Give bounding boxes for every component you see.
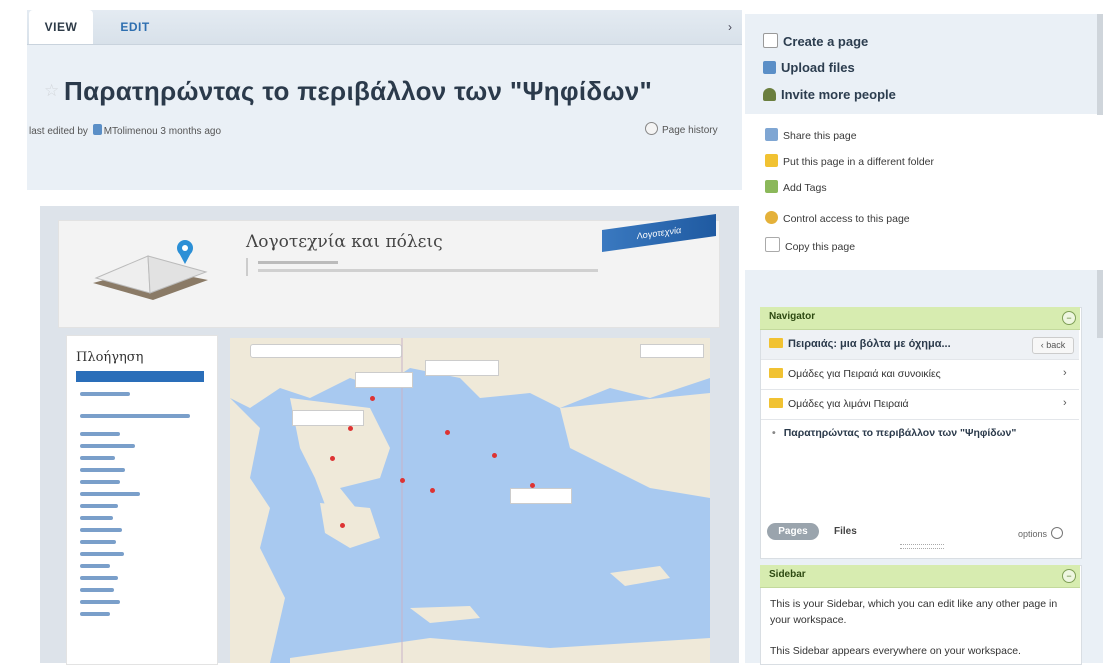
back-button[interactable]: ‹ back [1032,337,1074,354]
tab-edit[interactable]: EDIT [110,10,160,44]
invite-people-link[interactable]: Invite more people [763,87,896,102]
share-icon [765,128,778,141]
edited-prefix: last edited by [29,126,88,137]
copy-page-label: Copy this page [785,241,856,253]
create-page-link[interactable]: Create a page [763,33,868,49]
move-folder-link[interactable]: Put this page in a different folder [765,154,934,168]
gear-icon [1051,527,1064,539]
map-label [510,488,572,504]
map-pin[interactable] [430,488,435,493]
tab-pages[interactable]: Pages [767,523,819,540]
sidebar-paragraph: This Sidebar appears everywhere on your … [770,645,1021,657]
user-icon [92,124,102,135]
page-history-link[interactable]: Page history [645,122,718,136]
navigator-row-item: Ομάδες για Πειραιά και συνοικίες [769,368,941,380]
collapse-icon[interactable]: − [1062,311,1076,325]
navigator-row[interactable]: Ομάδες για λιμάνι Πειραιά › [761,390,1079,420]
control-access-label: Control access to this page [783,213,910,225]
tab-files[interactable]: Files [834,526,857,537]
last-edited-line: last edited by MTolimenou 3 months ago [29,124,221,137]
embedded-map [230,338,710,663]
navigator-row[interactable]: Ομάδες για Πειραιά και συνοικίες › [761,360,1079,390]
chevron-right-icon[interactable]: › [1063,367,1067,379]
chevron-right-icon[interactable]: › [1063,397,1067,409]
map-pin[interactable] [445,430,450,435]
tab-view[interactable]: VIEW [29,10,93,44]
map-type-toggle[interactable] [640,344,704,358]
collapse-icon[interactable]: − [1062,569,1076,583]
navigator-row-label: Ομάδες για λιμάνι Πειραιά [788,398,909,410]
page-icon [763,33,778,48]
people-icon [763,88,776,101]
map-pin[interactable] [348,426,353,431]
sidebar-title: Sidebar [769,569,806,580]
navigator-row-item: Ομάδες για λιμάνι Πειραιά [769,398,909,410]
map-label [355,372,413,388]
page-history-label: Page history [662,125,718,136]
add-tags-label: Add Tags [783,182,827,194]
embedded-nav-title: Πλοήγηση [76,350,144,365]
edited-user-link[interactable]: MTolimenou [104,126,158,137]
edited-time: 3 months ago [160,126,222,137]
map-pin[interactable] [330,456,335,461]
sidebar-header [760,565,1080,588]
bullet-icon: • [772,427,776,439]
options-label: options [1018,529,1048,539]
upload-files-link[interactable]: Upload files [763,60,855,75]
chevron-right-icon[interactable]: › [728,10,732,44]
map-land-svg [230,338,710,663]
back-label: back [1046,340,1066,350]
upload-icon [763,61,776,74]
clock-icon [645,122,658,135]
key-icon [765,211,778,224]
embedded-site-title: Λογοτεχνία και πόλεις [246,232,443,252]
navigator-current-page[interactable]: • Παρατηρώντας το περιβάλλον των "Ψηφίδων… [772,427,1016,439]
map-pin[interactable] [370,396,375,401]
resize-grip[interactable] [900,544,944,549]
copy-page-link[interactable]: Copy this page [765,237,855,253]
create-page-label: Create a page [783,34,869,49]
page-title: Παρατηρώντας το περιβάλλον των "Ψηφίδων" [64,76,653,106]
move-folder-label: Put this page in a different folder [783,156,934,168]
share-page-link[interactable]: Share this page [765,128,857,142]
map-pin[interactable] [400,478,405,483]
folder-icon [769,368,783,378]
map-pin[interactable] [492,453,497,458]
embedded-subtitle [246,258,608,276]
navigator-row-label: Πειραιάς: μια βόλτα με όχημα... [788,338,951,350]
share-page-label: Share this page [783,130,857,142]
folder-icon [769,398,783,408]
invite-people-label: Invite more people [781,87,896,102]
sidebar-paragraph: This is your Sidebar, which you can edit… [770,598,1058,626]
copy-icon [765,237,780,252]
control-access-link[interactable]: Control access to this page [765,211,910,225]
map-label [425,360,499,376]
tag-icon [765,180,778,193]
map-label [292,410,364,426]
book-pin-icon [93,240,208,300]
upload-files-label: Upload files [781,60,855,75]
star-icon[interactable]: ☆ [44,81,59,101]
embedded-nav-active [76,371,204,382]
map-search-box[interactable] [250,344,402,358]
map-pin[interactable] [530,483,535,488]
navigator-title: Navigator [769,311,816,322]
navigator-row-current: Πειραιάς: μια βόλτα με όχημα... [769,338,951,350]
navigator-current-label: Παρατηρώντας το περιβάλλον των "Ψηφίδων" [783,427,1017,439]
options-menu[interactable]: options [1018,527,1064,539]
map-pin[interactable] [340,523,345,528]
embedded-nav-list [80,392,200,624]
navigator-row-label: Ομάδες για Πειραιά και συνοικίες [788,368,941,380]
add-tags-link[interactable]: Add Tags [765,180,827,194]
folder-icon [765,154,778,167]
folder-icon [769,338,783,348]
